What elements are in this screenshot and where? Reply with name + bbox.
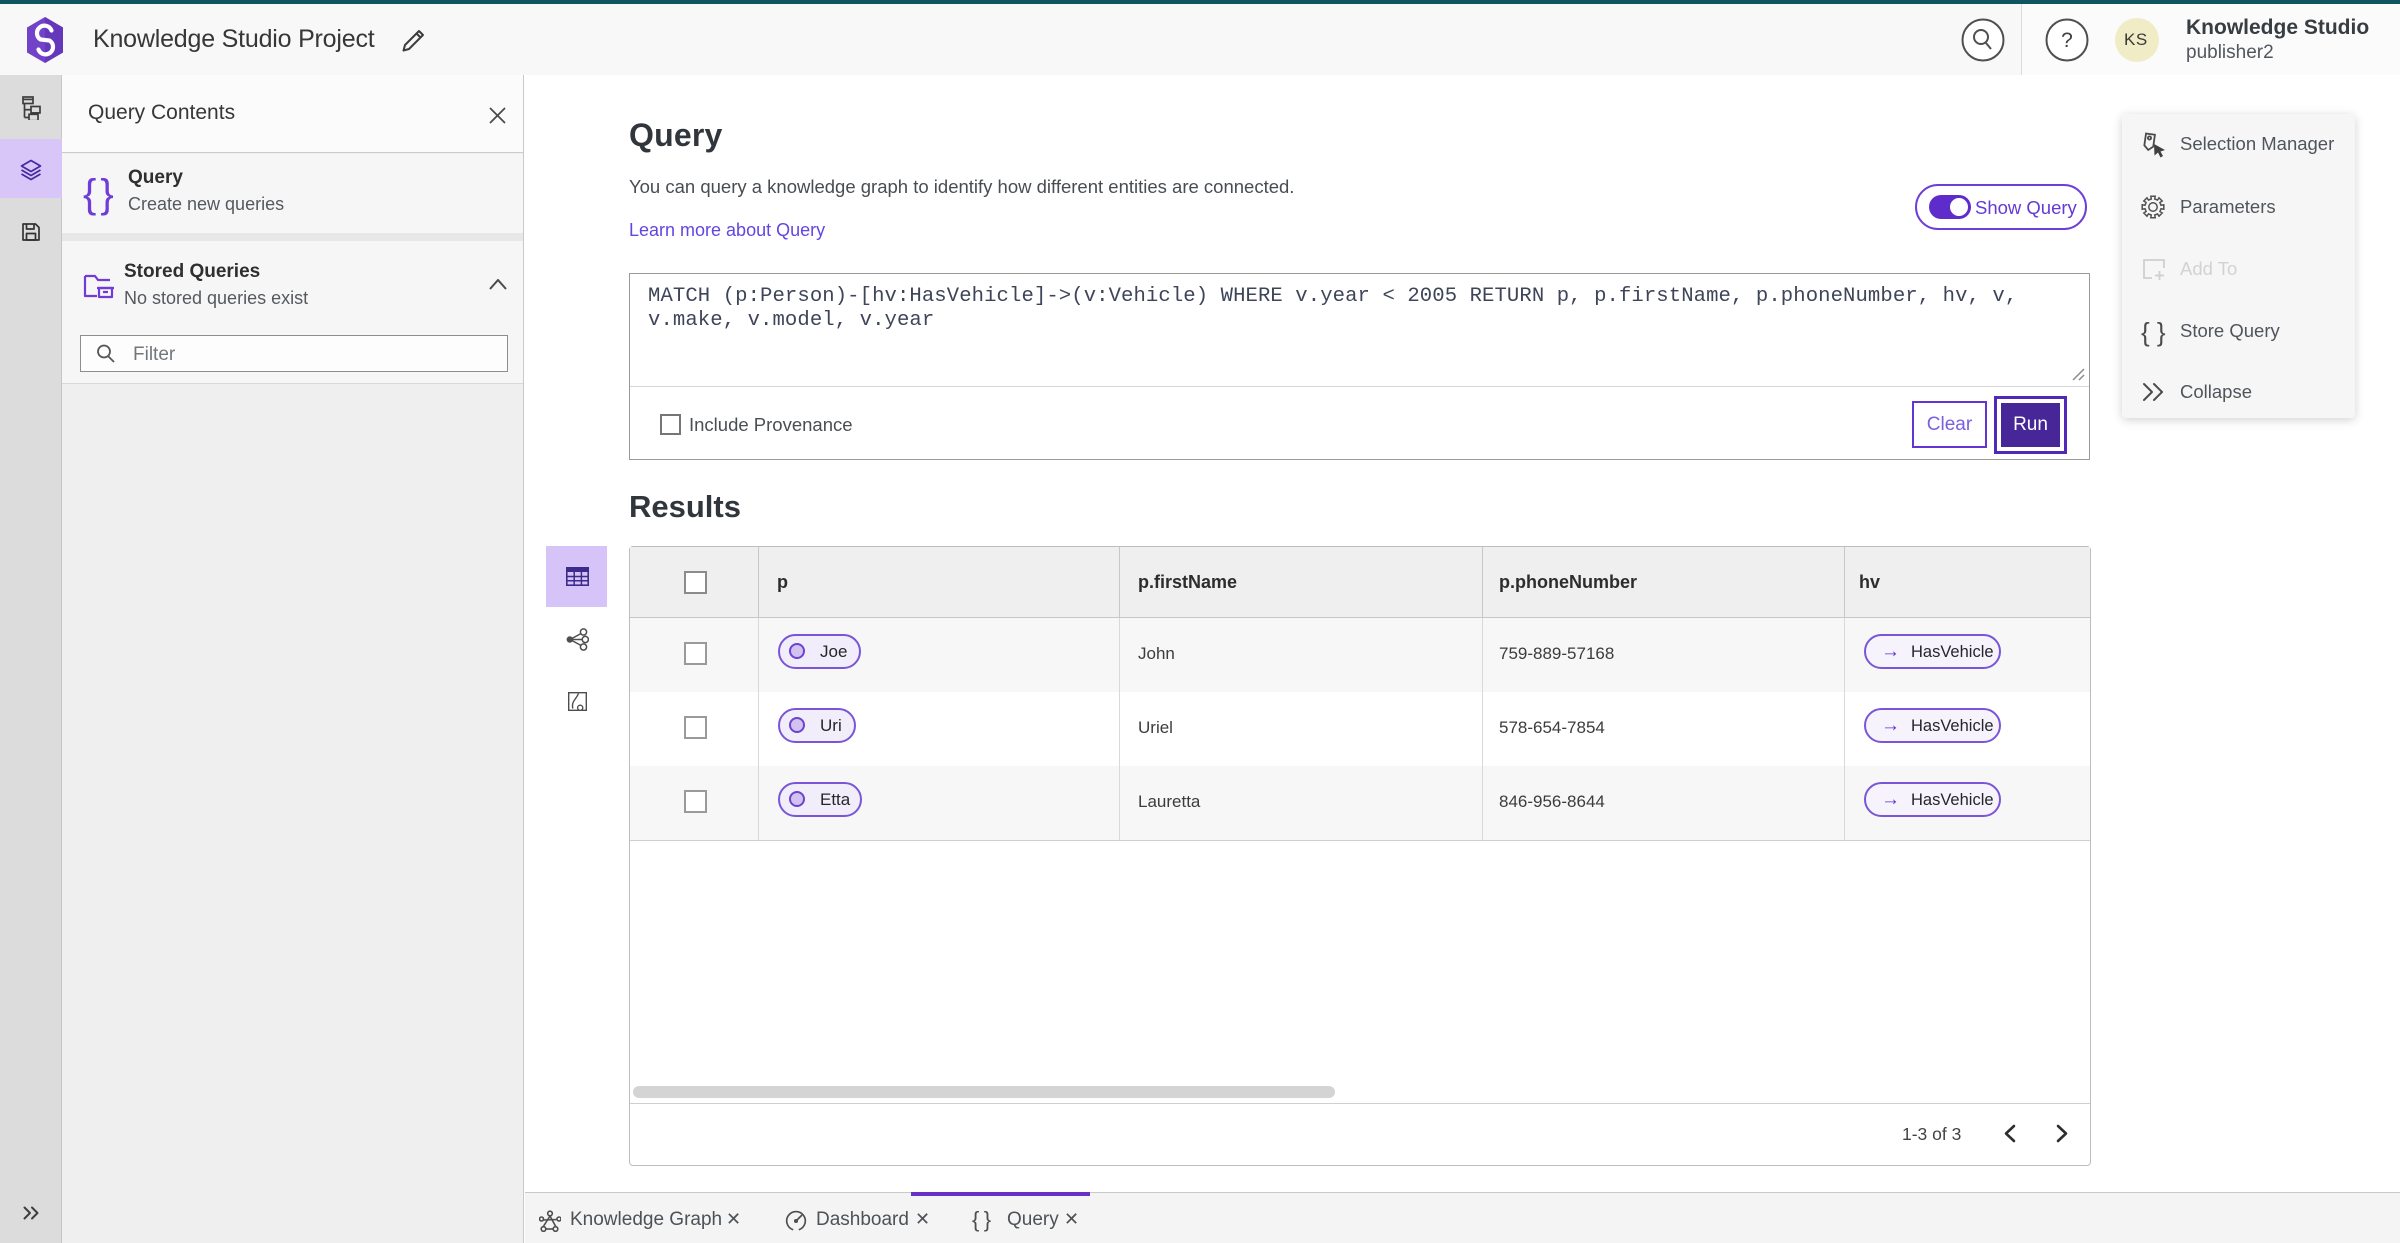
svg-text:?: ? (2061, 29, 2073, 52)
